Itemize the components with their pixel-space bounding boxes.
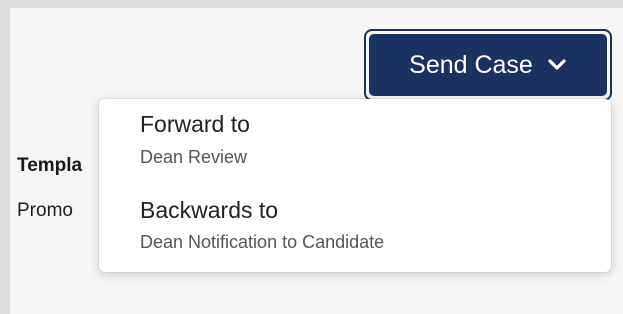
- chevron-down-icon: [547, 58, 567, 72]
- menu-item-subtitle: Dean Notification to Candidate: [140, 232, 385, 252]
- send-case-button-body[interactable]: Send Case: [369, 34, 607, 96]
- menu-item-title: Backwards to: [140, 197, 279, 223]
- send-case-dropdown-menu: Forward to Dean Review Backwards to Dean…: [99, 99, 611, 272]
- send-case-label: Send Case: [409, 50, 533, 79]
- template-value: Promo: [17, 200, 73, 221]
- menu-item-backwards[interactable]: Backwards to Dean Notification to Candid…: [99, 185, 611, 272]
- template-label: Templa: [17, 155, 83, 176]
- menu-item-forward[interactable]: Forward to Dean Review: [99, 99, 611, 185]
- menu-item-subtitle: Dean Review: [140, 147, 248, 167]
- send-case-button[interactable]: Send Case: [364, 29, 612, 101]
- menu-item-title: Forward to: [140, 111, 250, 137]
